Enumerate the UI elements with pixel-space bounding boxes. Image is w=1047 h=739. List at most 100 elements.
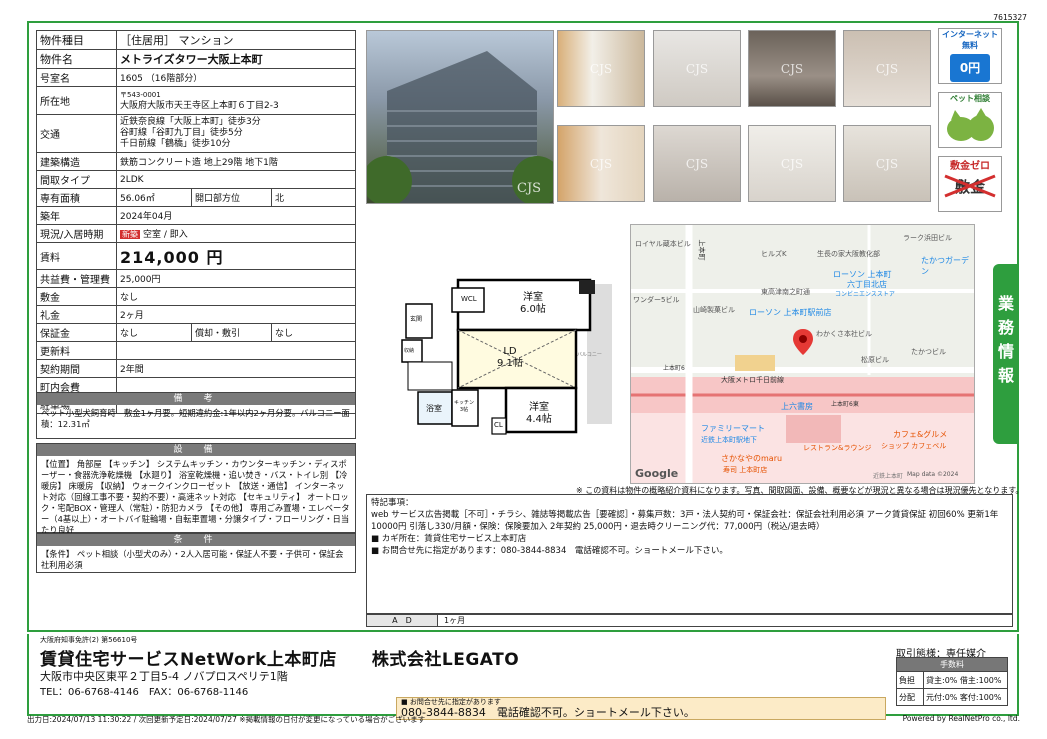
value-keymoney: 2ヶ月 [116, 305, 356, 324]
room-label-bath: 浴室 [426, 404, 442, 413]
value-deposit: なし [116, 287, 356, 306]
cross-icon [944, 174, 996, 198]
value-mgmt: 25,000円 [116, 269, 356, 288]
special-notes: 特記事項： web サービス広告掲載［不可］・チラシ、雑誌等掲載広告［要確認］・… [366, 494, 1013, 614]
map-label: 近鉄上本町駅地下 [701, 436, 757, 444]
internet-free-badge: インターネット無料 0円 [938, 28, 1002, 84]
fee-key: 負担 [896, 671, 924, 689]
property-info-table: 物件種目 ［住居用］ マンション 物件名 メトライズタワー大阪上本町 号室名 1605… [36, 30, 356, 414]
remarks-text: ペット小型犬飼育時 敷金1ヶ月要。短期違約金:1年以内2ヶ月分要。バルコニー面積… [41, 408, 350, 429]
label-term: 契約期間 [36, 359, 117, 378]
equipment-text: 【位置】 角部屋 【キッチン】 システムキッチン・カウンターキッチン・ディスポー… [41, 459, 350, 535]
remarks-section: 備 考 ペット小型犬飼育時 敷金1ヶ月要。短期違約金:1年以内2ヶ月分要。バルコ… [36, 392, 356, 439]
room-label-cl: CL [494, 421, 503, 429]
notes-line: ■ お問合せ先に指定があります：080-3844-8834 電話確認不可。ショー… [371, 546, 728, 556]
store-address: 大阪市中央区東平２丁目5-4 ノバプロスペリテ1階 [40, 670, 288, 683]
map-label: 大阪メトロ千日前線 [721, 376, 784, 384]
room-label-ld: LD 9.1帖 [497, 346, 523, 369]
label-access: 交通 [36, 114, 117, 153]
map-label: 山崎製菓ビル [693, 306, 735, 314]
kitchen-photo: CJS [748, 30, 836, 107]
value-room: 1605 （16階部分） [116, 68, 356, 87]
internet-price: 0円 [950, 54, 990, 82]
pet-ok-label: ペット相談 [950, 94, 990, 103]
label-structure: 建築構造 [36, 152, 117, 171]
powered-by: Powered by RealNetPro co., ltd. [902, 714, 1020, 723]
label-keymoney: 礼金 [36, 305, 117, 324]
value-type: ［住居用］ マンション [116, 30, 356, 50]
value-amort: なし [271, 323, 356, 342]
label-rent: 賃料 [36, 242, 117, 270]
room-photo: CJS [653, 30, 741, 107]
label-name: 物件名 [36, 49, 117, 69]
room-label-entrance: 玄関 [410, 316, 423, 323]
room-label-kitchen: キッチン 3帖 [454, 400, 475, 413]
map-attribution: Map data ©2024 [907, 471, 959, 478]
business-info-tab[interactable]: 業務情報 [993, 264, 1019, 444]
inquiry-box: ■ お問合せ先に指定があります 080-3844-8834 電話確認不可。ショー… [396, 697, 886, 720]
map-label: 生長の家大阪教化部 [817, 250, 880, 258]
label-amort: 償却・敷引 [191, 323, 272, 342]
fee-table: 手数料 負担 貸主:0% 借主:100% 分配 元付:0% 客付:100% [896, 657, 1008, 706]
value-address: 大阪府大阪市天王寺区上本町６丁目2-3 [120, 100, 279, 111]
zero-deposit-label: 敷金ゼロ [950, 161, 990, 172]
room-photo: CJS [557, 125, 645, 202]
area-map[interactable]: ロイヤル蔵本ビル 上本町 ヒルズK 生長の家大阪教化部 ラーク浜田ビル たかつガ… [630, 224, 975, 484]
new-badge: 新築 [120, 230, 140, 239]
access-line: 谷町線「谷町九丁目」徒歩5分 [120, 128, 243, 138]
location-pin-icon [793, 329, 813, 355]
bathroom-photo: CJS [843, 30, 931, 107]
conditions-text: 【条件】 ペット相談（小型犬のみ）・2人入居可能・保証人不要・子供可・保証会社利… [41, 549, 344, 570]
zero-deposit-badge: 敷金ゼロ 敷金 [938, 156, 1002, 212]
ad-row: A D 1ヶ月 [366, 614, 1013, 627]
map-label: 上六書房 [781, 402, 813, 411]
fee-value: 貸主:0% 借主:100% [923, 671, 1008, 689]
map-label: ヒルズK [761, 250, 787, 258]
map-label: ラーク浜田ビル [903, 234, 952, 242]
map-label: ワンダー5ビル [633, 296, 680, 304]
room-label-western1: 洋室 6.0帖 [520, 292, 546, 315]
internet-free-label: インターネット無料 [942, 30, 998, 50]
map-label: レストラン&ラウンジ [803, 444, 872, 452]
label-area: 専有面積 [36, 188, 117, 207]
map-label: コンビニエンスストア [835, 291, 895, 298]
pet-icon [947, 108, 994, 141]
room-photo: CJS [843, 125, 931, 202]
label-address: 所在地 [36, 86, 117, 115]
conditions-section: 条 件 【条件】 ペット相談（小型犬のみ）・2人入居可能・保証人不要・子供可・保… [36, 533, 356, 573]
label-type: 物件種目 [36, 30, 117, 50]
map-label: わかくさ本社ビル [816, 330, 872, 338]
toilet-photo: CJS [653, 125, 741, 202]
notes-line: ■ カギ所在：賃貸住宅サービス上本町店 [371, 534, 527, 544]
notes-line: web サービス広告掲載［不可］・チラシ、雑誌等掲載広告［要確認］・募集戸数：3… [371, 510, 999, 532]
value-guarantee: なし [116, 323, 192, 342]
access-line: 近鉄奈良線「大阪上本町」徒歩3分 [120, 117, 261, 127]
label-renewal: 更新料 [36, 341, 117, 360]
store-name: 賃貸住宅サービスNetWork上本町店 株式会社LEGATO [40, 650, 520, 670]
remarks-header: 備 考 [37, 393, 355, 405]
fee-header: 手数料 [896, 657, 1008, 672]
conditions-header: 条 件 [37, 534, 355, 546]
map-label: たかつガーデン [921, 256, 969, 276]
equipment-header: 設 備 [37, 444, 355, 456]
room-label-wcl: WCL [461, 295, 477, 303]
map-label: 上本町6東 [831, 401, 859, 408]
room-label-storage: 収納 [404, 348, 415, 354]
value-name: メトライズタワー大阪上本町 [116, 49, 356, 69]
google-logo: Google [635, 467, 679, 480]
equipment-section: 設 備 【位置】 角部屋 【キッチン】 システムキッチン・カウンターキッチン・デ… [36, 443, 356, 535]
label-status: 現況/入居時期 [36, 224, 117, 243]
building-exterior-photo: CJS [366, 30, 554, 204]
value-rent: 214,000 円 [116, 242, 356, 270]
map-label: 寿司 上本町店 [723, 466, 768, 474]
label-mgmt: 共益費・管理費 [36, 269, 117, 288]
store-phone: TEL：06-6768-4146 FAX：06-6768-1146 [40, 687, 249, 698]
value-area: 56.06㎡ [116, 188, 192, 207]
inquiry-phone: 080-3844-8834 電話確認不可。ショートメール下さい。 [401, 706, 695, 719]
value-structure: 鉄筋コンクリート造 地上29階 地下1階 [116, 152, 356, 171]
value-status: 空室 / 即入 [143, 230, 188, 240]
value-term: 2年間 [116, 359, 356, 378]
room-label-balcony: バルコニー [577, 352, 602, 358]
value-built: 2024年04月 [116, 206, 356, 225]
room-photo: CJS [557, 30, 645, 107]
